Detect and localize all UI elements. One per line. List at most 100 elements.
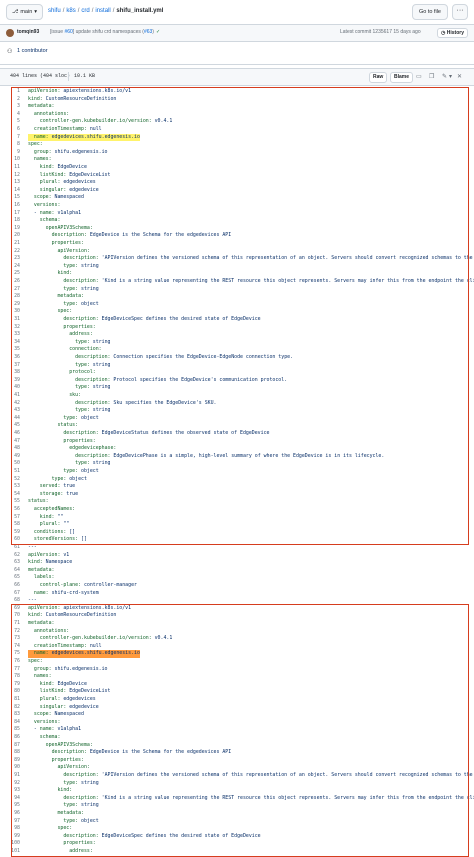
line-number[interactable]: 67 [0, 590, 20, 598]
line-number[interactable]: 11 [0, 164, 20, 172]
history-button[interactable]: ◷ History [437, 28, 468, 38]
line-number[interactable]: 15 [0, 194, 20, 202]
line-number[interactable]: 18 [0, 217, 20, 225]
line-number[interactable]: 87 [0, 742, 20, 750]
line-number[interactable]: 31 [0, 316, 20, 324]
line-number[interactable]: 79 [0, 681, 20, 689]
line-number[interactable]: 43 [0, 407, 20, 415]
line-number[interactable]: 39 [0, 377, 20, 385]
latest-commit-info[interactable]: Latest commit 1235617 15 days ago [340, 29, 421, 35]
line-number[interactable]: 40 [0, 384, 20, 392]
line-number[interactable]: 73 [0, 635, 20, 643]
trash-icon[interactable]: ✕ [457, 73, 462, 81]
copy-icon[interactable]: ❐ [429, 73, 434, 81]
line-number[interactable]: 37 [0, 362, 20, 370]
line-number[interactable]: 95 [0, 802, 20, 810]
line-number[interactable]: 16 [0, 202, 20, 210]
line-number[interactable]: 54 [0, 491, 20, 499]
line-number[interactable]: 5 [0, 118, 20, 126]
line-number[interactable]: 1 [0, 88, 20, 96]
line-number[interactable]: 29 [0, 301, 20, 309]
line-number[interactable]: 4 [0, 111, 20, 119]
line-number[interactable]: 48 [0, 445, 20, 453]
line-number[interactable]: 7 [0, 134, 20, 142]
go-to-file-button[interactable]: Go to file [411, 4, 448, 20]
line-number[interactable]: 81 [0, 696, 20, 704]
line-number[interactable]: 20 [0, 232, 20, 240]
line-number[interactable]: 21 [0, 240, 20, 248]
line-number[interactable]: 44 [0, 415, 20, 423]
line-number[interactable]: 77 [0, 666, 20, 674]
line-number[interactable]: 9 [0, 149, 20, 157]
line-number[interactable]: 59 [0, 529, 20, 537]
line-number[interactable]: 45 [0, 422, 20, 430]
line-number[interactable]: 92 [0, 780, 20, 788]
line-number[interactable]: 30 [0, 308, 20, 316]
commit-message[interactable]: [issue #60] update shifu crd namespaces … [50, 29, 160, 35]
line-number[interactable]: 56 [0, 506, 20, 514]
line-number[interactable]: 66 [0, 582, 20, 590]
line-number[interactable]: 36 [0, 354, 20, 362]
line-number[interactable]: 61 [0, 544, 20, 552]
line-number[interactable]: 14 [0, 187, 20, 195]
line-number[interactable]: 88 [0, 749, 20, 757]
line-number[interactable]: 49 [0, 453, 20, 461]
breadcrumb-link-crd[interactable]: crd [81, 8, 89, 14]
line-number[interactable]: 26 [0, 278, 20, 286]
line-number[interactable]: 69 [0, 605, 20, 613]
commit-author[interactable]: tomqin93 [17, 29, 39, 35]
line-number[interactable]: 74 [0, 643, 20, 651]
line-number[interactable]: 68 [0, 597, 20, 605]
breadcrumb-link-shifu[interactable]: shifu [48, 8, 61, 14]
line-number[interactable]: 50 [0, 460, 20, 468]
line-number[interactable]: 58 [0, 521, 20, 529]
line-number[interactable]: 27 [0, 286, 20, 294]
line-number[interactable]: 91 [0, 772, 20, 780]
line-number[interactable]: 90 [0, 764, 20, 772]
line-number[interactable]: 101 [0, 848, 20, 856]
line-number[interactable]: 23 [0, 255, 20, 263]
line-number[interactable]: 80 [0, 688, 20, 696]
line-number[interactable]: 41 [0, 392, 20, 400]
line-number[interactable]: 24 [0, 263, 20, 271]
line-number[interactable]: 85 [0, 726, 20, 734]
line-number[interactable]: 63 [0, 559, 20, 567]
avatar[interactable] [6, 29, 14, 37]
line-number[interactable]: 97 [0, 818, 20, 826]
more-options-button[interactable]: ··· [452, 4, 468, 20]
line-number[interactable]: 25 [0, 270, 20, 278]
line-number[interactable]: 89 [0, 757, 20, 765]
line-number[interactable]: 38 [0, 369, 20, 377]
line-number[interactable]: 99 [0, 833, 20, 841]
line-number[interactable]: 57 [0, 514, 20, 522]
line-number[interactable]: 64 [0, 567, 20, 575]
line-number[interactable]: 75 [0, 650, 20, 658]
line-number[interactable]: 28 [0, 293, 20, 301]
blame-button[interactable]: Blame [390, 72, 414, 83]
line-number[interactable]: 3 [0, 103, 20, 111]
line-number[interactable]: 98 [0, 825, 20, 833]
line-number[interactable]: 19 [0, 225, 20, 233]
raw-button[interactable]: Raw [369, 72, 388, 83]
line-number[interactable]: 22 [0, 248, 20, 256]
line-number[interactable]: 86 [0, 734, 20, 742]
line-number[interactable]: 8 [0, 141, 20, 149]
line-number[interactable]: 70 [0, 612, 20, 620]
line-number[interactable]: 62 [0, 552, 20, 560]
line-number[interactable]: 6 [0, 126, 20, 134]
line-number[interactable]: 71 [0, 620, 20, 628]
line-number[interactable]: 13 [0, 179, 20, 187]
line-number[interactable]: 42 [0, 400, 20, 408]
line-number[interactable]: 46 [0, 430, 20, 438]
line-number[interactable]: 78 [0, 673, 20, 681]
line-number[interactable]: 94 [0, 795, 20, 803]
desktop-icon[interactable]: ▭ [416, 73, 422, 81]
line-number[interactable]: 34 [0, 339, 20, 347]
line-number[interactable]: 53 [0, 483, 20, 491]
line-number[interactable]: 93 [0, 787, 20, 795]
line-number[interactable]: 60 [0, 536, 20, 544]
line-number[interactable]: 47 [0, 438, 20, 446]
line-number[interactable]: 65 [0, 574, 20, 582]
line-number[interactable]: 55 [0, 498, 20, 506]
line-number[interactable]: 33 [0, 331, 20, 339]
